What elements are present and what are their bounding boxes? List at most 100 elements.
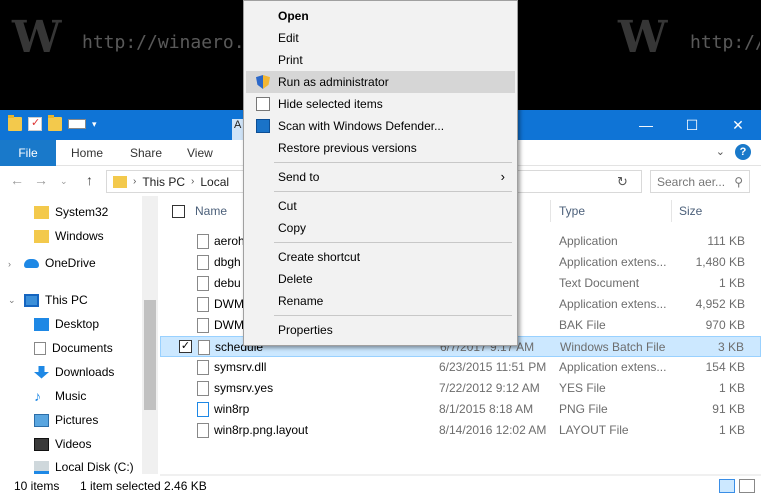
nav-item-music[interactable]: ♪ Music xyxy=(34,389,86,404)
file-name: dbgh xyxy=(214,255,241,269)
details-view-icon[interactable] xyxy=(719,479,735,493)
watermark-logo: W xyxy=(618,12,668,63)
tab-home[interactable]: Home xyxy=(71,140,103,166)
menu-item-scan-defender[interactable]: Scan with Windows Defender... xyxy=(246,115,515,137)
refresh-icon[interactable]: ↻ xyxy=(617,174,628,190)
hide-items-icon xyxy=(256,97,270,111)
tab-file[interactable]: File xyxy=(0,140,56,166)
nav-item-label: Windows xyxy=(55,229,104,243)
properties-icon[interactable] xyxy=(28,116,42,131)
menu-item-label: Hide selected items xyxy=(278,97,383,111)
column-header-type[interactable]: Type xyxy=(559,196,585,226)
back-icon[interactable]: ← xyxy=(10,172,24,188)
breadcrumb-this-pc[interactable]: This PC xyxy=(142,175,185,189)
desktop-icon xyxy=(34,317,49,331)
file-row[interactable]: win8rp 8/1/2015 8:18 AM PNG File 91 KB xyxy=(160,399,761,420)
nav-item-documents[interactable]: Documents xyxy=(34,341,113,355)
column-divider[interactable] xyxy=(671,200,672,222)
nav-item-local-disk[interactable]: Local Disk (C:) xyxy=(34,460,134,474)
nav-item-desktop[interactable]: Desktop xyxy=(34,317,99,331)
expand-ribbon-icon[interactable]: ⌄ xyxy=(716,145,725,158)
file-name: win8rp.png.layout xyxy=(214,423,309,437)
view-toggle xyxy=(719,479,755,493)
nav-item-label: System32 xyxy=(55,205,109,219)
rename-icon[interactable] xyxy=(68,119,86,129)
file-name: DWM xyxy=(214,297,244,311)
column-header-size[interactable]: Size xyxy=(679,196,702,226)
nav-item-this-pc[interactable]: This PC xyxy=(24,293,88,307)
up-icon[interactable]: ↑ xyxy=(86,172,93,188)
new-folder-icon[interactable] xyxy=(48,115,62,131)
large-icons-view-icon[interactable] xyxy=(739,479,755,493)
file-icon xyxy=(197,318,209,333)
breadcrumb-separator: › xyxy=(133,176,137,187)
collapse-arrow-icon[interactable]: ⌄ xyxy=(8,295,16,306)
file-row[interactable]: win8rp.png.layout 8/14/2016 12:02 AM LAYOU… xyxy=(160,420,761,441)
menu-item-create-shortcut[interactable]: Create shortcut xyxy=(246,246,515,268)
breadcrumb-local[interactable]: Local xyxy=(200,175,229,189)
window-controls: — ☐ ✕ xyxy=(623,110,761,140)
help-icon[interactable]: ? xyxy=(735,144,751,160)
file-icon xyxy=(197,297,209,312)
menu-separator xyxy=(274,242,512,243)
menu-item-properties[interactable]: Properties xyxy=(246,319,515,341)
file-icon xyxy=(197,423,209,438)
nav-item-pictures[interactable]: Pictures xyxy=(34,413,98,427)
file-icon xyxy=(197,234,209,249)
menu-separator xyxy=(274,162,512,163)
menu-item-cut[interactable]: Cut xyxy=(246,195,515,217)
tab-share[interactable]: Share xyxy=(130,140,162,166)
menu-item-hide-selected[interactable]: Hide selected items xyxy=(246,93,515,115)
breadcrumb-separator: › xyxy=(191,176,195,187)
file-row[interactable]: symsrv.dll 6/23/2015 11:51 PM Application … xyxy=(160,357,761,378)
menu-item-label: Scan with Windows Defender... xyxy=(278,119,445,133)
nav-item-downloads[interactable]: Downloads xyxy=(34,365,114,379)
menu-item-restore-versions[interactable]: Restore previous versions xyxy=(246,137,515,159)
videos-icon xyxy=(34,437,49,451)
forward-icon[interactable]: → xyxy=(34,172,48,188)
maximize-button[interactable]: ☐ xyxy=(669,110,715,140)
folder-icon[interactable] xyxy=(8,115,22,131)
file-date: 8/14/2016 12:02 AM xyxy=(439,423,547,437)
watermark-url: http://winaero.com xyxy=(690,32,760,53)
menu-separator xyxy=(274,315,512,316)
tab-view[interactable]: View xyxy=(187,140,213,166)
nav-item-videos[interactable]: Videos xyxy=(34,437,91,451)
file-type: Text Document xyxy=(559,276,640,290)
column-divider[interactable] xyxy=(550,200,551,222)
file-type: Application extens... xyxy=(559,297,667,311)
menu-item-print[interactable]: Print xyxy=(246,49,515,71)
select-all-checkbox[interactable] xyxy=(172,205,185,218)
file-size: 1 KB xyxy=(718,381,745,395)
nav-item-onedrive[interactable]: OneDrive xyxy=(24,256,96,270)
menu-item-rename[interactable]: Rename xyxy=(246,290,515,312)
expand-arrow-icon[interactable]: › xyxy=(8,259,11,269)
nav-item-label: Desktop xyxy=(55,317,100,331)
menu-item-copy[interactable]: Copy xyxy=(246,217,515,239)
menu-item-send-to[interactable]: Send to › xyxy=(246,166,515,188)
folder-icon xyxy=(113,175,127,188)
column-header-name[interactable]: Name xyxy=(195,196,227,226)
context-menu: Open Edit Print Run as administrator Hid… xyxy=(243,0,518,346)
file-row[interactable]: symsrv.yes 7/22/2012 9:12 AM YES File 1 KB xyxy=(160,378,761,399)
menu-item-edit[interactable]: Edit xyxy=(246,27,515,49)
close-button[interactable]: ✕ xyxy=(715,110,761,140)
scrollbar-thumb[interactable] xyxy=(144,300,156,410)
nav-scrollbar[interactable] xyxy=(142,196,158,474)
customize-chevron-icon[interactable]: ▾ xyxy=(92,119,97,130)
row-checkbox[interactable]: ✓ xyxy=(179,340,192,353)
menu-item-delete[interactable]: Delete xyxy=(246,268,515,290)
nav-item-label: Downloads xyxy=(55,365,115,379)
nav-item-system32[interactable]: System32 xyxy=(34,205,108,219)
onedrive-icon xyxy=(24,258,39,268)
minimize-button[interactable]: — xyxy=(623,110,669,140)
nav-item-label: Documents xyxy=(52,341,113,355)
nav-item-windows[interactable]: Windows xyxy=(34,229,104,243)
nav-item-label: This PC xyxy=(45,293,88,307)
file-size: 4,952 KB xyxy=(695,297,745,311)
recent-locations-icon[interactable]: ⌄ xyxy=(60,176,68,187)
file-size: 1 KB xyxy=(718,423,745,437)
search-input[interactable]: Search aer... ⚲ xyxy=(650,170,750,193)
menu-item-open[interactable]: Open xyxy=(246,5,515,27)
menu-item-run-as-administrator[interactable]: Run as administrator xyxy=(246,71,515,93)
